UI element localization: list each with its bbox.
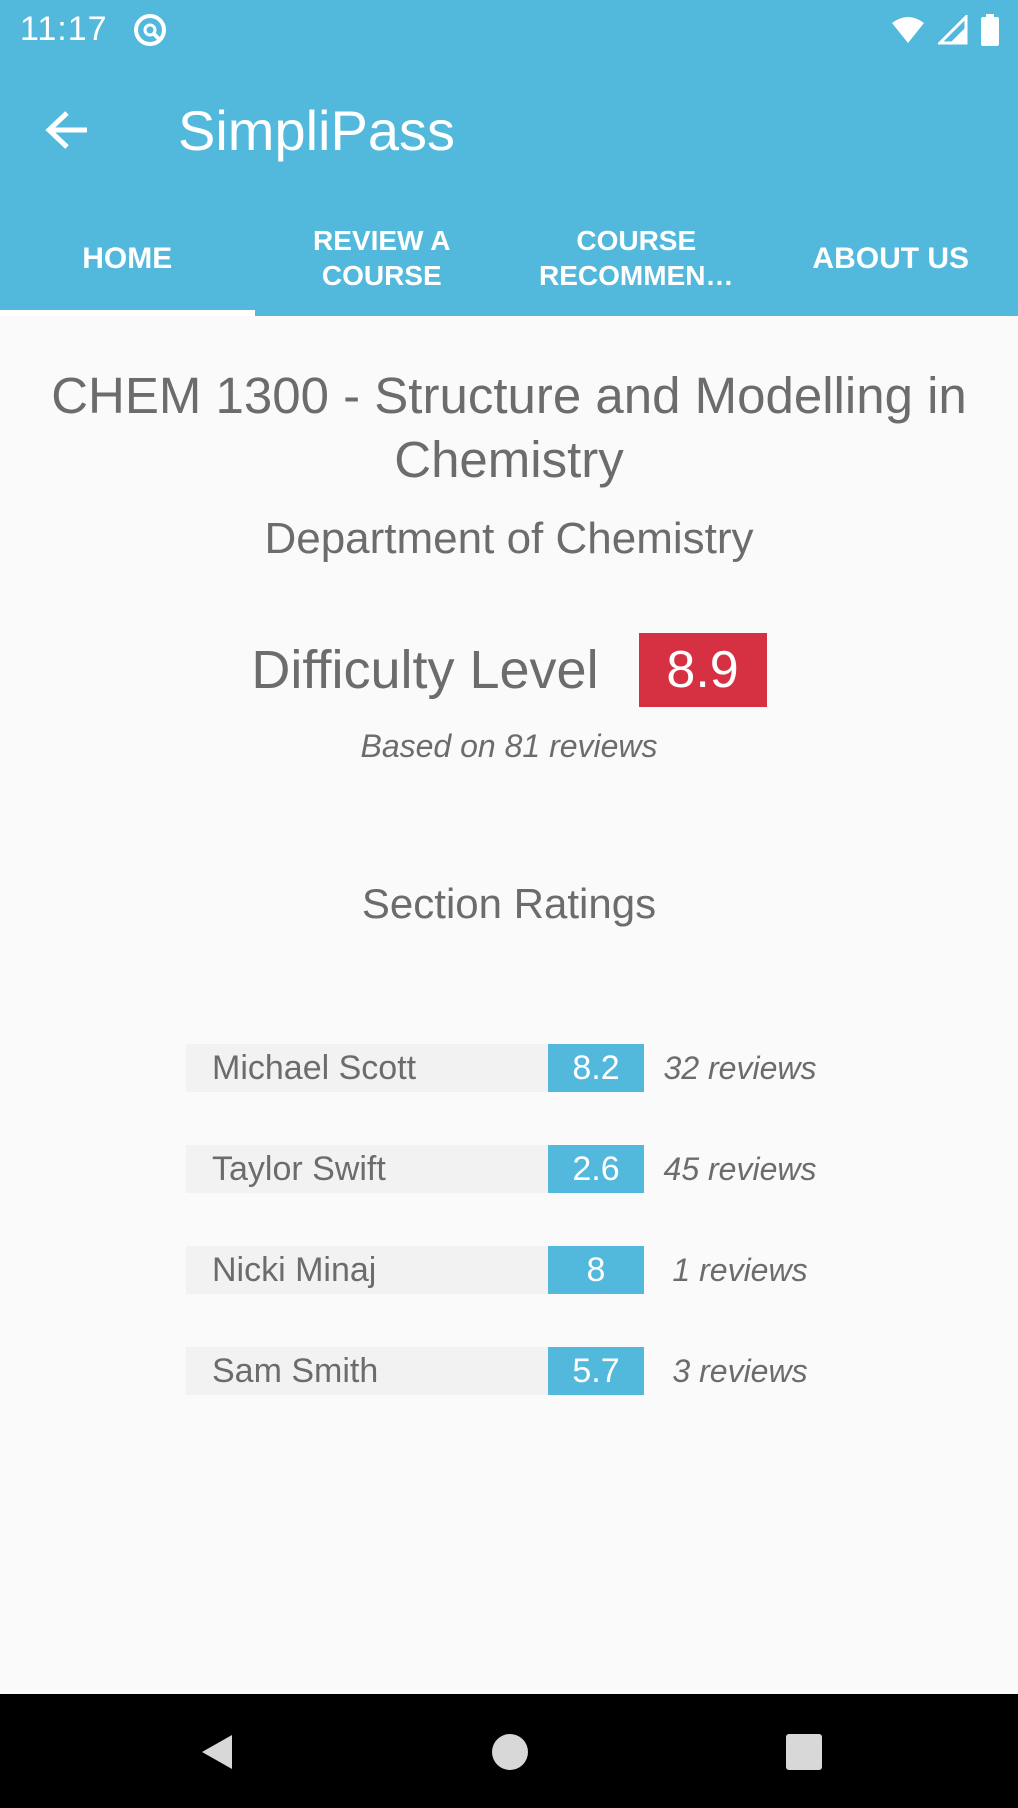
section-review-count: 3 reviews: [672, 1352, 808, 1389]
app-notification-icon: [134, 14, 166, 46]
section-ratings-list: Michael Scott 8.2 32 reviews Taylor Swif…: [186, 1044, 886, 1448]
home-circle-icon[interactable]: [489, 1731, 531, 1773]
recents-square-icon[interactable]: [783, 1731, 825, 1773]
course-detail: CHEM 1300 - Structure and Modelling in C…: [0, 316, 1018, 1694]
department-name: Department of Chemistry: [264, 514, 754, 563]
tab-about-us[interactable]: ABOUT US: [764, 200, 1018, 316]
instructor-name: Michael Scott: [186, 1044, 548, 1092]
rating-row[interactable]: Taylor Swift 2.6 45 reviews: [186, 1145, 886, 1193]
section-score: 8: [548, 1246, 644, 1294]
battery-icon: [981, 14, 999, 46]
arrow-left-icon: [45, 111, 87, 149]
section-review-count: 1 reviews: [672, 1251, 808, 1288]
section-review-count: 45 reviews: [663, 1150, 817, 1187]
rating-row[interactable]: Nicki Minaj 8 1 reviews: [186, 1246, 886, 1294]
tab-review-a-course[interactable]: REVIEW A COURSE: [255, 200, 510, 316]
tab-home-label: HOME: [82, 241, 173, 275]
instructor-name: Taylor Swift: [186, 1145, 548, 1193]
section-review-count: 32 reviews: [663, 1049, 817, 1086]
difficulty-label: Difficulty Level: [251, 640, 599, 700]
review-count: Based on 81 reviews: [360, 728, 658, 764]
instructor-name: Sam Smith: [186, 1347, 548, 1395]
difficulty-row: Difficulty Level 8.9: [0, 632, 1018, 708]
app-title: SimpliPass: [178, 99, 455, 162]
back-button[interactable]: [38, 100, 98, 160]
rating-row[interactable]: Michael Scott 8.2 32 reviews: [186, 1044, 886, 1092]
tab-recommendations-label: COURSE RECOMMEN…: [539, 225, 734, 291]
status-time: 11:17: [20, 10, 108, 48]
tab-about-label: ABOUT US: [812, 241, 970, 275]
section-score: 8.2: [548, 1044, 644, 1092]
tab-bar: HOME REVIEW A COURSE COURSE RECOMMEN… AB…: [0, 200, 1018, 316]
system-nav-bar: [0, 1694, 1018, 1808]
section-ratings-heading: Section Ratings: [361, 880, 657, 927]
section-score: 5.7: [548, 1347, 644, 1395]
tab-review-label: REVIEW A COURSE: [313, 225, 451, 291]
tab-course-recommendations[interactable]: COURSE RECOMMEN…: [509, 200, 764, 316]
section-score: 2.6: [548, 1145, 644, 1193]
cell-signal-icon: [938, 15, 968, 45]
instructor-name: Nicki Minaj: [186, 1246, 548, 1294]
status-icons: [890, 12, 1000, 48]
difficulty-badge: 8.9: [638, 633, 767, 707]
tab-home[interactable]: HOME: [0, 200, 255, 316]
course-title: CHEM 1300 - Structure and Modelling in C…: [51, 367, 967, 488]
back-triangle-icon[interactable]: [196, 1731, 238, 1773]
rating-row[interactable]: Sam Smith 5.7 3 reviews: [186, 1347, 886, 1395]
wifi-icon: [892, 17, 924, 43]
status-bar: 11:17: [0, 0, 1018, 60]
